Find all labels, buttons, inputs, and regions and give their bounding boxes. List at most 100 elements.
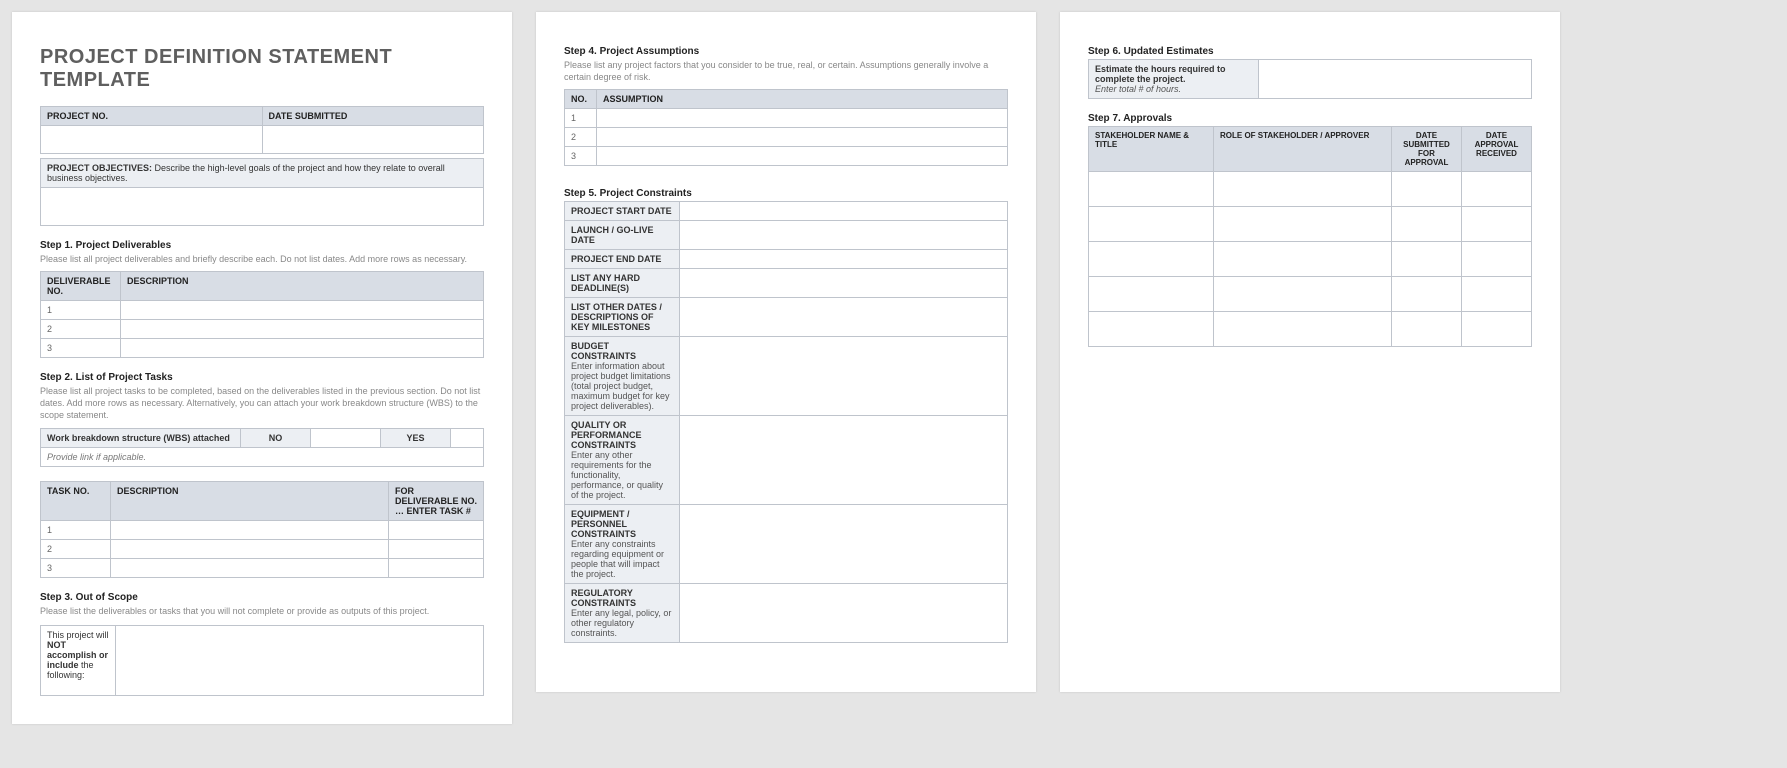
step7-head: Step 7. Approvals bbox=[1088, 113, 1532, 124]
table-row: 2 bbox=[41, 320, 121, 339]
table-row: 1 bbox=[41, 520, 111, 539]
task-cell[interactable] bbox=[389, 539, 484, 558]
constraint-input[interactable] bbox=[680, 416, 1008, 505]
date-submitted-cell[interactable] bbox=[262, 126, 484, 154]
approval-cell[interactable] bbox=[1392, 207, 1462, 242]
assumption-cell[interactable] bbox=[597, 147, 1008, 166]
approvals-date-submitted-header: DATE SUBMITTED FOR APPROVAL bbox=[1392, 127, 1462, 172]
assumption-cell[interactable] bbox=[597, 128, 1008, 147]
constraint-budget: BUDGET CONSTRAINTSEnter information abou… bbox=[565, 337, 680, 416]
document-title: PROJECT DEFINITION STATEMENT TEMPLATE bbox=[40, 46, 484, 92]
constraint-input[interactable] bbox=[680, 584, 1008, 643]
estimate-input[interactable] bbox=[1259, 60, 1532, 99]
step1-head: Step 1. Project Deliverables bbox=[40, 240, 484, 251]
constraint-equipment-h: EQUIPMENT / PERSONNEL CONSTRAINTS bbox=[571, 509, 636, 539]
approval-cell[interactable] bbox=[1214, 312, 1392, 347]
approval-cell[interactable] bbox=[1462, 312, 1532, 347]
constraint-budget-t: Enter information about project budget l… bbox=[571, 361, 673, 411]
approval-cell[interactable] bbox=[1214, 172, 1392, 207]
constraint-quality: QUALITY OR PERFORMANCE CONSTRAINTSEnter … bbox=[565, 416, 680, 505]
tasks-table: TASK NO. DESCRIPTION FOR DELIVERABLE NO.… bbox=[40, 481, 484, 578]
wbs-link-prompt[interactable]: Provide link if applicable. bbox=[41, 447, 484, 466]
constraint-input[interactable] bbox=[680, 221, 1008, 250]
constraint-input[interactable] bbox=[680, 202, 1008, 221]
approval-cell[interactable] bbox=[1392, 312, 1462, 347]
task-desc-header: DESCRIPTION bbox=[111, 481, 389, 520]
approvals-table: STAKEHOLDER NAME & TITLE ROLE OF STAKEHO… bbox=[1088, 126, 1532, 347]
approval-cell[interactable] bbox=[1214, 207, 1392, 242]
deliverable-no-header: DELIVERABLE NO. bbox=[41, 272, 121, 301]
approval-cell[interactable] bbox=[1089, 207, 1214, 242]
constraint-input[interactable] bbox=[680, 337, 1008, 416]
approval-cell[interactable] bbox=[1089, 172, 1214, 207]
step4-desc: Please list any project factors that you… bbox=[564, 59, 1008, 83]
table-row: 3 bbox=[41, 339, 121, 358]
assumptions-table: NO. ASSUMPTION 1 2 3 bbox=[564, 89, 1008, 166]
wbs-no-checkbox[interactable] bbox=[311, 428, 381, 447]
approval-cell[interactable] bbox=[1089, 277, 1214, 312]
constraint-input[interactable] bbox=[680, 269, 1008, 298]
objectives-label-row: PROJECT OBJECTIVES: Describe the high-le… bbox=[41, 159, 484, 188]
estimate-t: Enter total # of hours. bbox=[1095, 84, 1252, 94]
deliverable-desc-header: DESCRIPTION bbox=[121, 272, 484, 301]
estimate-h: Estimate the hours required to complete … bbox=[1095, 64, 1226, 84]
constraint-input[interactable] bbox=[680, 250, 1008, 269]
approval-cell[interactable] bbox=[1392, 172, 1462, 207]
step1-desc: Please list all project deliverables and… bbox=[40, 253, 484, 265]
wbs-yes-checkbox[interactable] bbox=[451, 428, 484, 447]
constraint-regulatory: REGULATORY CONSTRAINTSEnter any legal, p… bbox=[565, 584, 680, 643]
approval-cell[interactable] bbox=[1089, 312, 1214, 347]
step6-head: Step 6. Updated Estimates bbox=[1088, 46, 1532, 57]
step2-head: Step 2. List of Project Tasks bbox=[40, 372, 484, 383]
constraint-quality-t: Enter any other requirements for the fun… bbox=[571, 450, 673, 500]
project-no-cell[interactable] bbox=[41, 126, 263, 154]
assumption-cell[interactable] bbox=[597, 109, 1008, 128]
table-row: 1 bbox=[41, 301, 121, 320]
deliverable-cell[interactable] bbox=[121, 320, 484, 339]
constraint-other-dates: LIST OTHER DATES / DESCRIPTIONS OF KEY M… bbox=[565, 298, 680, 337]
assumption-header: ASSUMPTION bbox=[597, 90, 1008, 109]
approval-cell[interactable] bbox=[1214, 242, 1392, 277]
constraint-input[interactable] bbox=[680, 298, 1008, 337]
approvals-stakeholder-header: STAKEHOLDER NAME & TITLE bbox=[1089, 127, 1214, 172]
task-cell[interactable] bbox=[111, 520, 389, 539]
task-cell[interactable] bbox=[111, 558, 389, 577]
approval-cell[interactable] bbox=[1214, 277, 1392, 312]
approval-cell[interactable] bbox=[1462, 172, 1532, 207]
page-1: PROJECT DEFINITION STATEMENT TEMPLATE PR… bbox=[12, 12, 512, 724]
constraints-table: PROJECT START DATE LAUNCH / GO-LIVE DATE… bbox=[564, 201, 1008, 643]
task-cell[interactable] bbox=[389, 558, 484, 577]
approval-cell[interactable] bbox=[1462, 242, 1532, 277]
approval-cell[interactable] bbox=[1392, 277, 1462, 312]
table-row: 2 bbox=[41, 539, 111, 558]
approval-cell[interactable] bbox=[1392, 242, 1462, 277]
approval-cell[interactable] bbox=[1462, 207, 1532, 242]
assumption-no-header: NO. bbox=[565, 90, 597, 109]
constraint-regulatory-t: Enter any legal, policy, or other regula… bbox=[571, 608, 673, 638]
task-cell[interactable] bbox=[111, 539, 389, 558]
step3-desc: Please list the deliverables or tasks th… bbox=[40, 605, 484, 617]
out-scope-text-b: NOT accomplish or include bbox=[47, 640, 108, 670]
out-of-scope-input[interactable] bbox=[116, 625, 484, 695]
deliverable-cell[interactable] bbox=[121, 339, 484, 358]
wbs-yes-label: YES bbox=[381, 428, 451, 447]
table-row: 2 bbox=[565, 128, 597, 147]
estimates-table: Estimate the hours required to complete … bbox=[1088, 59, 1532, 99]
task-cell[interactable] bbox=[389, 520, 484, 539]
table-row: 3 bbox=[565, 147, 597, 166]
constraint-input[interactable] bbox=[680, 505, 1008, 584]
deliverable-cell[interactable] bbox=[121, 301, 484, 320]
step2-desc: Please list all project tasks to be comp… bbox=[40, 385, 484, 421]
wbs-no-label: NO bbox=[241, 428, 311, 447]
step5-head: Step 5. Project Constraints bbox=[564, 188, 1008, 199]
objectives-input[interactable] bbox=[41, 188, 484, 226]
constraint-quality-h: QUALITY OR PERFORMANCE CONSTRAINTS bbox=[571, 420, 642, 450]
approval-cell[interactable] bbox=[1462, 277, 1532, 312]
approval-cell[interactable] bbox=[1089, 242, 1214, 277]
page-3: Step 6. Updated Estimates Estimate the h… bbox=[1060, 12, 1560, 692]
step3-head: Step 3. Out of Scope bbox=[40, 592, 484, 603]
constraint-equipment: EQUIPMENT / PERSONNEL CONSTRAINTSEnter a… bbox=[565, 505, 680, 584]
project-info-table: PROJECT NO. DATE SUBMITTED bbox=[40, 106, 484, 154]
constraint-start-date: PROJECT START DATE bbox=[565, 202, 680, 221]
objectives-label: PROJECT OBJECTIVES: bbox=[47, 163, 152, 173]
